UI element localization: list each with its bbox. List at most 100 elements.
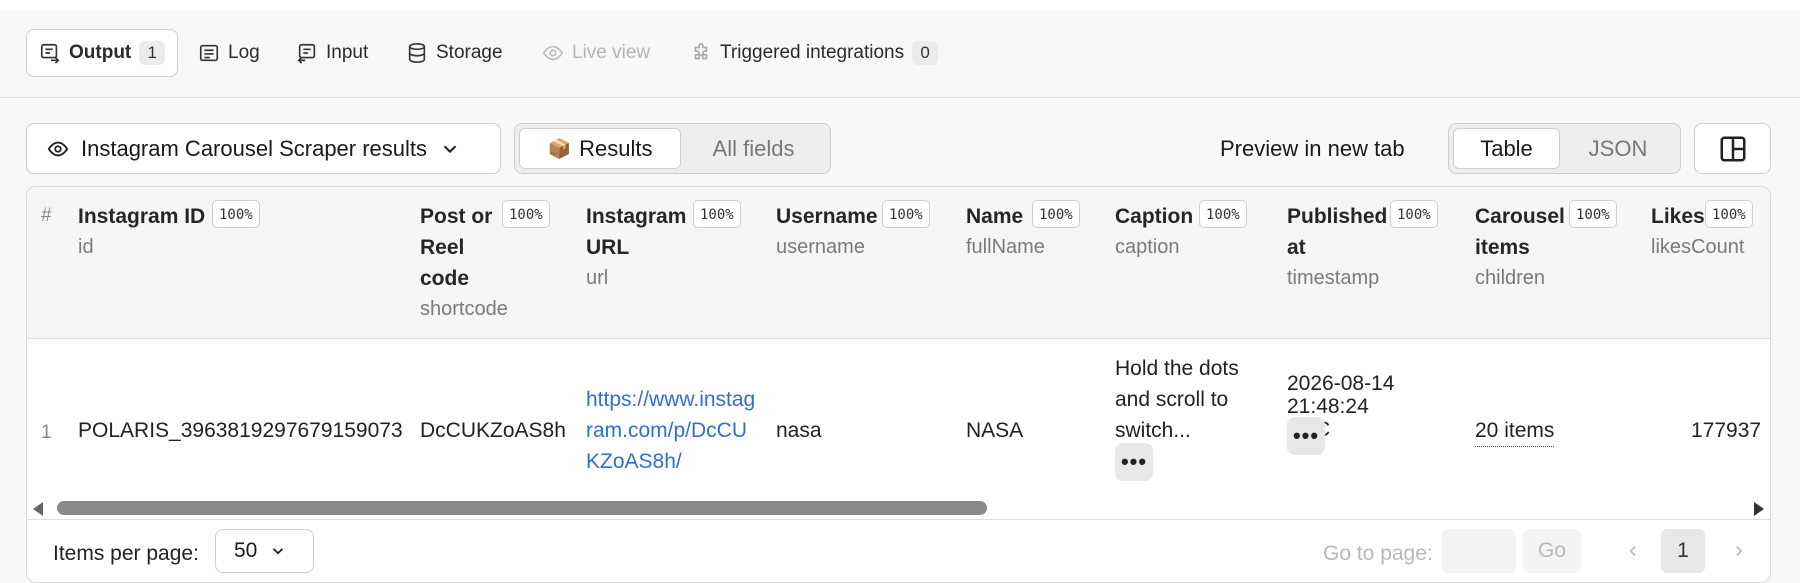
column-field: id (78, 236, 94, 258)
prev-page-button[interactable] (1611, 529, 1655, 573)
preview-label: Preview in new tab (1220, 135, 1405, 161)
column-field: likesCount (1651, 236, 1745, 258)
horizontal-scrollbar[interactable] (27, 497, 1770, 519)
tab-input[interactable]: Input (296, 29, 368, 77)
chevron-left-icon (1629, 545, 1636, 557)
eye-icon (542, 45, 564, 61)
column-title: Username (776, 205, 878, 228)
items-per-page-value: 50 (234, 539, 258, 562)
results-table: # Instagram ID id 100% Post or Reel code… (26, 186, 1771, 583)
tab-triggered-integrations-count: 0 (912, 41, 939, 65)
tab-live-view[interactable]: Live view (542, 29, 650, 77)
row-index: 1 (41, 422, 52, 443)
cell-likes: 177937 (1691, 419, 1762, 442)
column-title: Carousel items (1475, 205, 1565, 259)
column-fill-badge: 100% (1569, 200, 1617, 228)
format-toggle: Table JSON (1448, 123, 1681, 174)
table-header: # Instagram ID id 100% Post or Reel code… (27, 187, 1770, 339)
expand-timestamp-button[interactable]: ••• (1287, 417, 1325, 455)
tab-output-label: Output (69, 42, 132, 63)
view-results-option[interactable]: 📦 Results (519, 128, 681, 169)
go-to-page-input[interactable] (1442, 529, 1516, 573)
layout-toggle-button[interactable] (1694, 123, 1771, 174)
column-title: Instagram URL (586, 205, 687, 259)
cell-url-link[interactable]: https://www.instagram.com/p/DcCUKZoAS8h/ (586, 384, 758, 477)
page-number: 1 (1677, 539, 1689, 562)
column-title: Post or Reel code (420, 205, 493, 290)
column-title: Instagram ID (78, 205, 206, 228)
row-index-header: # (41, 205, 52, 226)
column-title: Published at (1287, 205, 1388, 259)
format-table-label: Table (1480, 135, 1533, 161)
layout-icon (1720, 136, 1745, 161)
preview-in-new-tab-link[interactable]: Preview in new tab (1220, 123, 1405, 174)
scrollbar-thumb[interactable] (57, 501, 987, 515)
column-field: children (1475, 267, 1546, 289)
tab-log[interactable]: Log (198, 29, 260, 77)
items-per-page-label: Items per page: (53, 542, 199, 565)
go-to-page-label: Go to page: (1323, 542, 1433, 565)
column-fill-badge: 100% (212, 200, 260, 228)
items-per-page-select[interactable]: 50 (215, 529, 314, 573)
format-json-option[interactable]: JSON (1560, 128, 1676, 169)
column-header-id[interactable]: Instagram ID id (78, 201, 208, 263)
column-header-timestamp[interactable]: Published at timestamp (1287, 201, 1387, 294)
dataset-select-label: Instagram Carousel Scraper results (81, 135, 428, 161)
dataset-select[interactable]: Instagram Carousel Scraper results (26, 123, 501, 174)
package-icon: 📦 (547, 138, 572, 160)
column-title: Caption (1115, 205, 1194, 228)
column-field: fullName (966, 236, 1045, 258)
cell-caption: Hold the dots and scroll to switch... (1115, 357, 1239, 442)
column-fill-badge: 100% (1705, 200, 1753, 228)
column-fill-badge: 100% (1199, 200, 1247, 228)
page-number-button[interactable]: 1 (1661, 529, 1705, 573)
column-fill-badge: 100% (1390, 200, 1438, 228)
output-icon (40, 43, 60, 64)
chevron-down-icon (443, 145, 457, 153)
tab-live-view-label: Live view (572, 42, 651, 63)
view-all-fields-option[interactable]: All fields (681, 128, 826, 169)
column-header-shortcode[interactable]: Post or Reel code shortcode (420, 201, 508, 325)
column-field: url (586, 267, 609, 289)
column-title: Likes (1651, 205, 1705, 228)
column-header-likes[interactable]: Likes likesCount (1651, 201, 1745, 263)
cell-children-link[interactable]: 20 items (1475, 415, 1555, 447)
scroll-right-arrow[interactable] (1754, 502, 1764, 516)
tab-storage-label: Storage (436, 42, 503, 63)
format-json-label: JSON (1588, 135, 1648, 161)
chevron-right-icon (1736, 545, 1743, 557)
view-results-label: Results (579, 135, 653, 161)
cell-shortcode: DcCUKZoAS8h (420, 419, 566, 442)
chevron-down-icon (273, 548, 284, 555)
go-button[interactable]: Go (1523, 529, 1581, 573)
expand-caption-button[interactable]: ••• (1115, 443, 1153, 481)
column-header-username[interactable]: Username username (776, 201, 886, 263)
scroll-left-arrow[interactable] (33, 502, 43, 516)
tab-triggered-integrations[interactable]: Triggered integrations 0 (690, 29, 939, 77)
view-all-fields-label: All fields (712, 135, 795, 161)
log-icon (199, 44, 219, 62)
view-toggle: 📦 Results All fields (514, 123, 831, 174)
tab-storage[interactable]: Storage (406, 29, 503, 77)
column-field: username (776, 236, 865, 258)
format-table-option[interactable]: Table (1453, 128, 1560, 169)
column-header-caption[interactable]: Caption caption (1115, 201, 1205, 263)
cell-username: nasa (776, 419, 822, 442)
column-fill-badge: 100% (502, 200, 550, 228)
puzzle-icon (694, 43, 708, 60)
tab-log-label: Log (228, 42, 260, 63)
database-icon (408, 43, 426, 63)
column-header-url[interactable]: Instagram URL url (586, 201, 691, 294)
column-fill-badge: 100% (882, 200, 930, 228)
tab-output[interactable]: Output 1 (26, 29, 179, 77)
tab-input-label: Input (326, 42, 369, 63)
tabs-bar: Output 1 Log Input Storage Live view Tri… (0, 10, 1800, 98)
column-header-children[interactable]: Carousel items children (1475, 201, 1570, 294)
next-page-button[interactable] (1717, 529, 1761, 573)
table-footer: Items per page: 50 Go to page: Go 1 (27, 519, 1770, 582)
column-field: timestamp (1287, 267, 1380, 289)
cell-fullname: NASA (966, 419, 1024, 442)
cell-id: POLARIS_3963819297679159073 (78, 419, 403, 442)
go-button-label: Go (1537, 539, 1566, 562)
input-icon (297, 43, 316, 64)
